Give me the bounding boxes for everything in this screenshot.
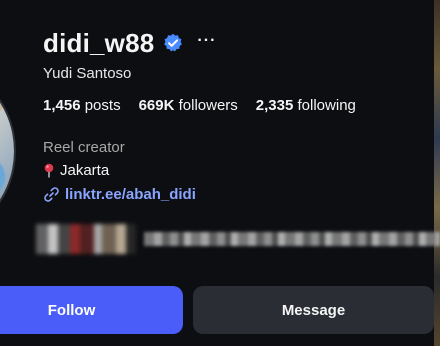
adjacent-content-edge bbox=[434, 0, 440, 346]
link-chain-icon bbox=[43, 186, 60, 203]
following-stat[interactable]: 2,335 following bbox=[256, 97, 356, 114]
more-options-icon[interactable]: ··· bbox=[197, 33, 216, 53]
followers-label: followers bbox=[174, 97, 238, 114]
profile-category: Reel creator bbox=[43, 139, 125, 156]
message-button[interactable]: Message bbox=[193, 286, 434, 334]
profile-stats: 1,456 posts 669K followers 2,335 followi… bbox=[43, 97, 374, 114]
followed-by-text-blurred bbox=[144, 232, 440, 246]
followed-by-avatars-blurred bbox=[36, 224, 136, 254]
full-name: Yudi Santoso bbox=[43, 65, 132, 82]
followers-stat[interactable]: 669K followers bbox=[139, 97, 238, 114]
followed-by-row-blurred bbox=[36, 222, 440, 256]
location-row: Jakarta bbox=[43, 162, 109, 179]
location-pin-icon bbox=[43, 163, 55, 178]
posts-stat[interactable]: 1,456 posts bbox=[43, 97, 121, 114]
follow-button[interactable]: Follow bbox=[0, 286, 183, 334]
username: didi_w88 bbox=[43, 27, 155, 58]
profile-page: didi_w88 ··· Yudi Santoso 1,456 posts 66… bbox=[0, 0, 440, 346]
username-row: didi_w88 ··· bbox=[43, 26, 216, 60]
following-count: 2,335 bbox=[255, 97, 294, 114]
bio-link[interactable]: linktr.ee/abah_didi bbox=[43, 186, 196, 203]
location-text: Jakarta bbox=[60, 162, 110, 179]
posts-count: 1,456 bbox=[43, 97, 81, 114]
profile-avatar[interactable] bbox=[0, 60, 14, 242]
following-label: following bbox=[293, 97, 356, 114]
posts-label: posts bbox=[80, 97, 121, 114]
bio-link-text: linktr.ee/abah_didi bbox=[65, 186, 196, 203]
verified-badge-icon bbox=[163, 33, 183, 53]
followers-count: 669K bbox=[138, 97, 175, 114]
